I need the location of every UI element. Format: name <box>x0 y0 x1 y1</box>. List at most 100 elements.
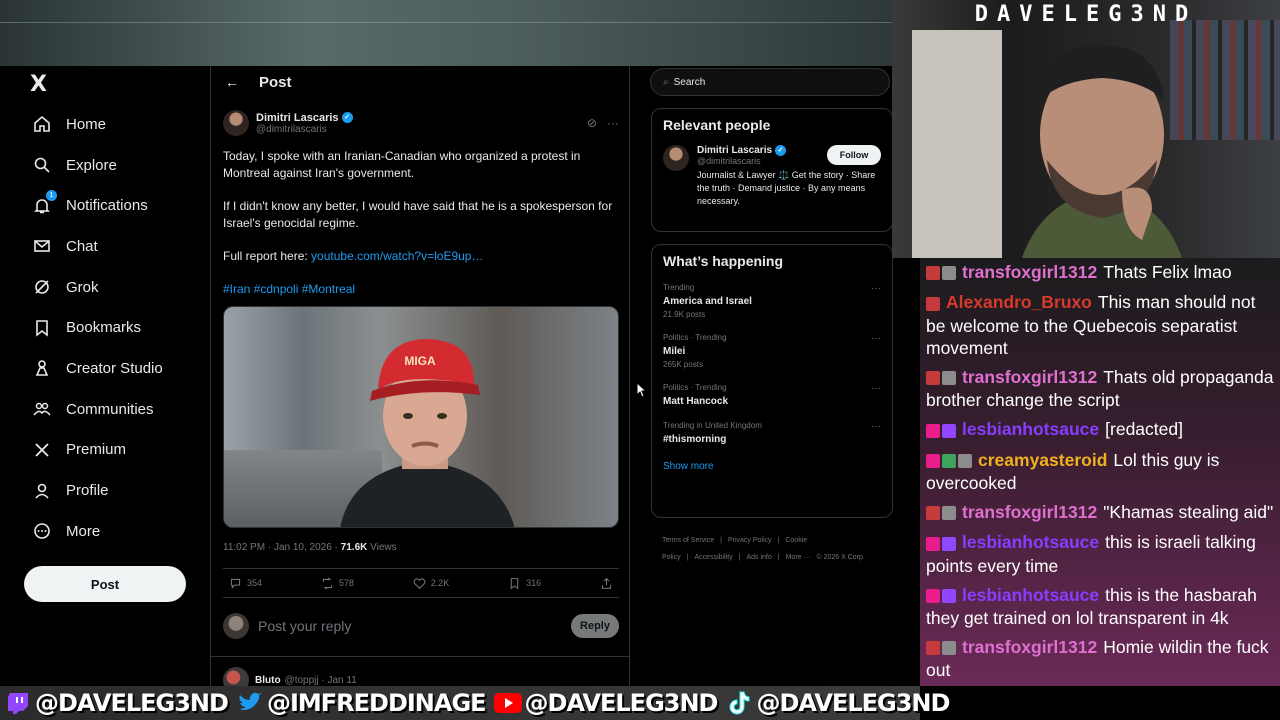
author-name[interactable]: Dimitri Lascaris <box>256 112 339 124</box>
nav-item-label: Premium <box>66 441 127 459</box>
grok-icon[interactable]: ⊘ <box>587 116 597 130</box>
nav-item-communities[interactable]: Communities <box>24 389 204 430</box>
reply-button[interactable]: Reply <box>571 614 619 638</box>
footer-link[interactable]: Privacy Policy <box>728 537 772 544</box>
person-bio: Journalist & Lawyer ⚖️ Get the story · S… <box>697 170 876 206</box>
chat-username[interactable]: Alexandro_Bruxo <box>946 292 1092 312</box>
trend-item[interactable]: Trending in United Kingdom #thismorning ··… <box>663 421 881 445</box>
avatar[interactable] <box>663 145 689 171</box>
tiktok-icon <box>725 691 753 715</box>
more-options-icon[interactable]: ··· <box>871 383 881 394</box>
chat-username[interactable]: lesbianhotsauce <box>962 532 1099 552</box>
chat-username[interactable]: transfoxgirl1312 <box>962 502 1097 522</box>
chat-badge-icon <box>926 266 940 281</box>
nav-item-creator-studio[interactable]: Creator Studio <box>24 348 204 389</box>
footer-link[interactable]: Ads info <box>746 554 771 561</box>
post-video-thumbnail[interactable]: MIGA <box>223 306 619 528</box>
heart-icon <box>413 577 426 589</box>
grok-icon <box>32 277 52 297</box>
footer-link[interactable]: © 2026 X Corp. <box>816 554 864 561</box>
bell-icon: 1 <box>32 189 57 216</box>
chat-username[interactable]: transfoxgirl1312 <box>962 367 1097 387</box>
bookmark-icon <box>32 318 52 338</box>
chat-username[interactable]: creamyasteroid <box>978 450 1107 470</box>
chat-badge-icon <box>926 423 940 438</box>
back-arrow-icon[interactable]: ← <box>225 74 239 90</box>
verified-badge-icon: ✓ <box>775 145 787 156</box>
trend-item[interactable]: Trending America and Israel 21.9K posts ··· <box>663 283 881 319</box>
next-reply-author[interactable]: Bluto <box>255 675 281 686</box>
nav-item-notifications[interactable]: 1 Notifications <box>24 185 204 226</box>
show-more-link[interactable]: Show more <box>663 461 881 472</box>
more-options-icon[interactable]: ··· <box>871 283 881 294</box>
more-options-icon[interactable]: ··· <box>871 421 881 432</box>
chat-username[interactable]: transfoxgirl1312 <box>962 262 1097 282</box>
nav-item-more[interactable]: More <box>24 511 204 552</box>
nav-item-chat[interactable]: Chat <box>24 226 204 267</box>
like-action[interactable]: 2.2K <box>413 577 449 590</box>
post-time[interactable]: 11:02 PM · Jan 10, 2026 · <box>223 542 341 553</box>
nav-item-label: More <box>66 522 101 540</box>
chat-text: "Khamas stealing aid" <box>1103 501 1274 522</box>
chat-message: transfoxgirl1312 "Khamas stealing aid" <box>926 498 1274 528</box>
bookmark-action[interactable]: 316 <box>508 577 541 590</box>
chat-message: lesbianhotsauce this is the hasbarah they… <box>926 581 1274 633</box>
share-action[interactable] <box>600 577 613 590</box>
follow-button[interactable]: Follow <box>827 145 881 165</box>
bookmark-icon <box>510 577 519 589</box>
reply-input[interactable]: Post your reply <box>258 618 351 634</box>
nav-item-bookmarks[interactable]: Bookmarks <box>24 307 204 348</box>
chat-badge-icon <box>958 453 972 468</box>
chat-username[interactable]: transfoxgirl1312 <box>962 637 1097 657</box>
chat-message: transfoxgirl1312 Homie wildin the fuck ou… <box>926 633 1274 685</box>
trend-count: 265K posts <box>663 360 704 369</box>
x-logo[interactable]: X <box>30 72 47 97</box>
streamer-image <box>1022 45 1182 258</box>
nav-item-home[interactable]: Home <box>24 104 204 145</box>
chat-username[interactable]: lesbianhotsauce <box>962 419 1099 439</box>
chat-badge-icon <box>926 536 940 551</box>
nav-item-label: Chat <box>66 237 98 255</box>
trend-name: Matt Hancock <box>663 396 729 407</box>
youtube-link[interactable]: youtube.com/watch?v=loE9up… <box>311 249 483 263</box>
nav-item-explore[interactable]: Explore <box>24 145 204 186</box>
chat-badges <box>926 293 942 315</box>
person-handle[interactable]: @dimitrilascaris <box>697 156 821 166</box>
post-paragraph-2: If I didn't know any better, I would hav… <box>223 199 613 230</box>
trend-item[interactable]: Politics · Trending Milei 265K posts ··· <box>663 333 881 369</box>
chat-badges <box>926 367 958 389</box>
footer-divider: | <box>720 537 722 544</box>
chat-username[interactable]: lesbianhotsauce <box>962 585 1099 605</box>
avatar[interactable] <box>223 110 249 136</box>
footer-link[interactable]: Accessibility <box>695 554 733 561</box>
search-input[interactable]: ⌕ Search <box>650 68 890 96</box>
trend-item[interactable]: Politics · Trending Matt Hancock ··· <box>663 383 881 407</box>
footer-divider: | <box>777 554 780 561</box>
repost-action[interactable]: 578 <box>321 576 354 590</box>
nav-item-profile[interactable]: Profile <box>24 470 204 511</box>
footer-link[interactable]: Terms of Service <box>662 537 714 544</box>
more-options-icon[interactable]: ··· <box>607 116 619 130</box>
social-handle-text: @DAVELEG3ND <box>35 689 229 717</box>
hashtags[interactable]: #Iran #cdnpoli #Montreal <box>223 281 619 298</box>
post-button[interactable]: Post <box>24 566 186 602</box>
chat-badge-icon <box>942 423 956 438</box>
verified-badge-icon: ✓ <box>341 112 353 123</box>
nav-item-grok[interactable]: Grok <box>24 267 204 308</box>
footer-link[interactable]: More ··· <box>786 554 811 561</box>
nav-item-premium[interactable]: Premium <box>24 430 204 471</box>
chat-message: lesbianhotsauce this is israeli talking p… <box>926 528 1274 580</box>
trend-name: Milei <box>663 346 686 357</box>
post-author: Dimitri Lascaris ✓ @dimitrilascaris ⊘ ··… <box>223 110 619 136</box>
reply-action[interactable]: 354 <box>229 577 262 590</box>
author-handle[interactable]: @dimitrilascaris <box>256 124 353 135</box>
post-timestamp: 11:02 PM · Jan 10, 2026 · 71.6K Views <box>223 542 397 553</box>
person-name[interactable]: Dimitri Lascaris <box>697 145 772 156</box>
chat-message: transfoxgirl1312 Thats old propaganda bro… <box>926 363 1274 415</box>
social-handle: @DAVELEG3ND <box>493 689 718 717</box>
bookmark-count: 316 <box>526 578 542 588</box>
reply-composer: Post your reply Reply <box>223 612 619 640</box>
socials-bar: @DAVELEG3ND @IMFREDDINAGE @DAVELEG3ND @DAVE… <box>0 686 950 720</box>
more-options-icon[interactable]: ··· <box>871 333 881 344</box>
views-label: Views <box>367 542 397 553</box>
